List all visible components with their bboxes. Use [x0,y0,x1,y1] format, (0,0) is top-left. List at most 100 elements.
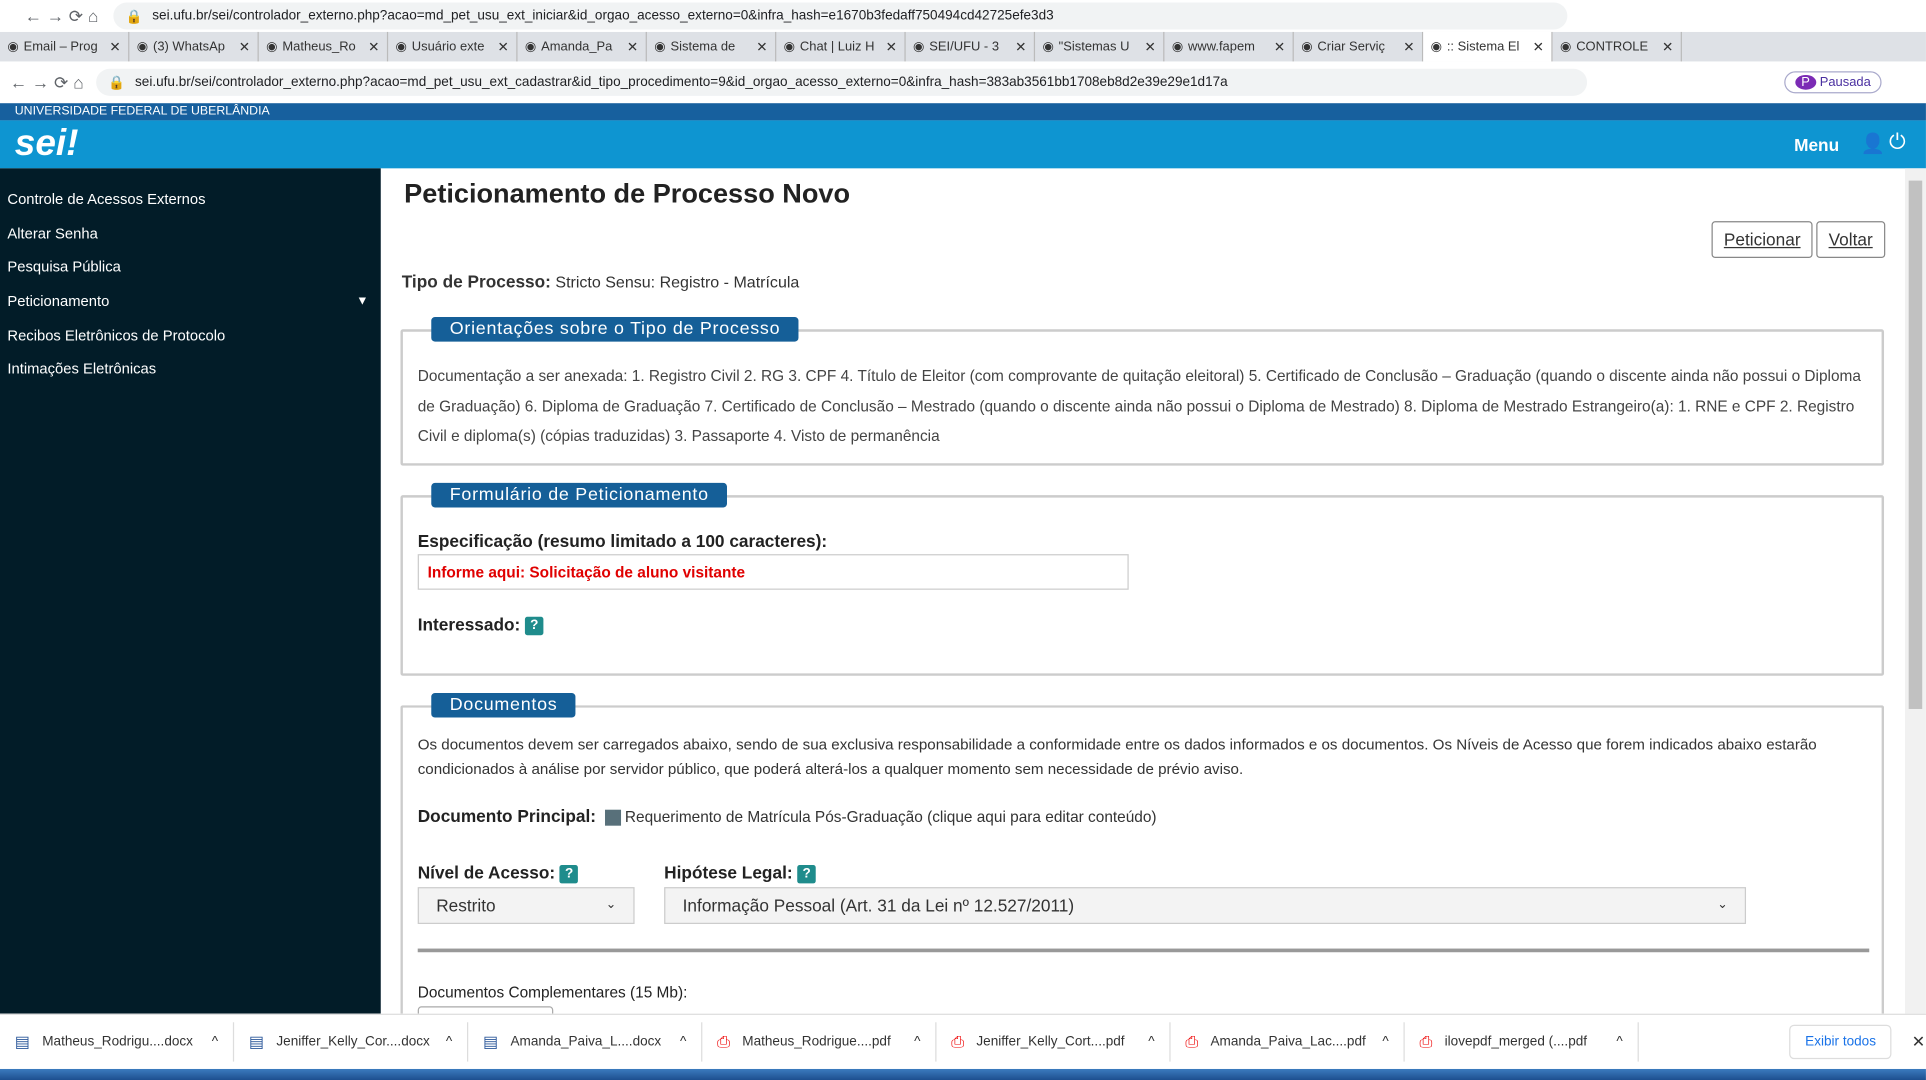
back-window-nav[interactable]: ← → ⟳ ⌂ [25,6,99,27]
hipotese-legal-select[interactable]: Informação Pessoal (Art. 31 da Lei nº 12… [664,887,1747,924]
documento-principal-link[interactable]: Requerimento de Matrícula Pós-Graduação … [625,808,1157,825]
back-url-bar[interactable]: 🔒 sei.ufu.br/sei/controlador_externo.php?… [113,2,1568,30]
sidebar-item-controle[interactable]: Controle de Acessos Externos [0,183,381,217]
top-bar: sei! Menu 👤 ⏻ [0,120,1926,169]
tab-label: Matheus_Ro [282,39,356,55]
tab-label: CONTROLE [1576,39,1649,55]
close-icon[interactable]: ✕ [1144,39,1155,55]
complementares-select[interactable] [417,1006,554,1014]
sidebar-item-label: Peticionamento [7,292,110,310]
chevron-up-icon[interactable]: ^ [1616,1035,1622,1050]
favicon-icon: ◉ [395,39,407,55]
browser-tab[interactable]: ◉ (3) WhatsAp ✕ [129,31,259,62]
browser-tab[interactable]: ◉ Amanda_Pa ✕ [518,31,647,62]
voltar-button[interactable]: Voltar [1816,221,1886,259]
sidebar-item-intimacoes[interactable]: Intimações Eletrônicas [0,353,381,387]
help-icon[interactable]: ? [559,864,579,884]
sidebar-item-alterar-senha[interactable]: Alterar Senha [0,217,381,251]
show-all-button[interactable]: Exibir todos [1789,1024,1893,1060]
download-item[interactable]: ⎙ Amanda_Paiva_Lac....pdf ^ [1171,1022,1405,1062]
browser-tab[interactable]: ◉ Usuário exte ✕ [388,31,518,62]
tab-label: www.fapem [1188,39,1255,55]
taskbar [0,1068,1926,1080]
pdf-file-icon: ⎙ [717,1032,730,1051]
close-icon[interactable]: ✕ [1533,39,1544,55]
lock-icon: 🔒 [108,75,126,91]
sidebar-item-peticionamento[interactable]: Peticionamento ▼ [0,285,381,319]
browser-tab[interactable]: ◉ CONTROLE ✕ [1553,31,1682,62]
browser-tab[interactable]: ◉ "Sistemas U ✕ [1035,31,1165,62]
chevron-up-icon[interactable]: ^ [1148,1035,1154,1050]
lock-icon: 🔒 [125,9,143,24]
tab-label: Email – Prog [23,39,98,55]
download-name: Amanda_Paiva_L....docx [510,1034,662,1050]
tab-label: Sistema de [670,39,736,55]
chevron-up-icon[interactable]: ^ [212,1035,218,1050]
page-title: Peticionamento de Processo Novo [404,178,851,209]
browser-tab[interactable]: ◉ Chat | Luiz H ✕ [776,31,906,62]
scrollbar-thumb[interactable] [1908,180,1923,709]
scrollbar[interactable] [1904,168,1926,1014]
browser-tab[interactable]: ◉ SEI/UFU - 3 ✕ [906,31,1036,62]
close-icon[interactable]: ✕ [886,39,897,55]
download-item[interactable]: ▤ Jeniffer_Kelly_Cor....docx ^ [234,1022,469,1062]
close-icon[interactable]: ✕ [1274,39,1285,55]
download-item[interactable]: ▤ Amanda_Paiva_L....docx ^ [468,1022,703,1062]
download-item[interactable]: ⎙ Jeniffer_Kelly_Cort....pdf ^ [936,1022,1171,1062]
download-item[interactable]: ⎙ ilovepdf_merged (....pdf ^ [1405,1022,1639,1062]
favicon-icon: ◉ [1430,39,1442,55]
close-icon[interactable]: ✕ [239,39,250,55]
sidebar-item-recibos[interactable]: Recibos Eletrônicos de Protocolo [0,319,381,353]
url-text: sei.ufu.br/sei/controlador_externo.php?a… [135,74,1228,90]
peticionar-button[interactable]: Peticionar [1711,221,1813,259]
close-icon[interactable]: ✕ [756,39,767,55]
download-item[interactable]: ⎙ Matheus_Rodrigue....pdf ^ [702,1022,937,1062]
close-icon[interactable]: ✕ [1662,39,1673,55]
user-icon[interactable]: 👤 [1861,131,1886,156]
menu-button[interactable]: Menu [1794,135,1839,155]
browser-tab[interactable]: ◉ Sistema de ✕ [647,31,777,62]
close-icon[interactable]: ✕ [1403,39,1414,55]
help-icon[interactable]: ? [525,616,544,635]
favicon-icon: ◉ [136,39,149,55]
profile-button[interactable]: P Pausada [1784,71,1882,94]
browser-tab[interactable]: ◉:: Sistema El ✕ [1423,31,1553,62]
close-icon[interactable]: ✕ [109,39,120,55]
help-icon[interactable]: ? [797,864,816,884]
close-icon[interactable]: ✕ [368,39,379,55]
browser-tab[interactable]: ◉ www.fapem ✕ [1164,31,1294,62]
sidebar: Controle de Acessos Externos Alterar Sen… [0,168,381,1014]
word-file-icon: ▤ [248,1032,265,1051]
favicon-icon: ◉ [7,39,19,55]
documentos-fieldset: Documentos Os documentos devem ser carre… [400,692,1885,1014]
close-icon[interactable]: ✕ [1015,39,1026,55]
tab-label: Criar Serviç [1317,39,1386,55]
nav-buttons[interactable]: ← → ⟳ ⌂ [10,72,84,93]
chevron-up-icon[interactable]: ^ [680,1035,686,1050]
favicon-icon: ◉ [783,39,795,55]
favicon-icon: ◉ [266,39,278,55]
power-icon[interactable]: ⏻ [1889,130,1906,155]
documentos-text: Os documentos devem ser carregados abaix… [417,735,1817,778]
tab-label: "Sistemas U [1058,39,1130,55]
favicon-icon: ◉ [1301,39,1313,55]
chevron-up-icon[interactable]: ^ [914,1035,920,1050]
orientacoes-legend: Orientações sobre o Tipo de Processo [431,317,799,342]
tipo-processo: Tipo de Processo: Stricto Sensu: Registr… [401,271,800,292]
chevron-up-icon[interactable]: ^ [1382,1035,1388,1050]
chevron-up-icon[interactable]: ^ [446,1035,452,1050]
nivel-acesso-select[interactable]: Restrito ⌄ [417,887,635,924]
download-name: Jeniffer_Kelly_Cor....docx [276,1034,430,1050]
browser-tab[interactable]: ◉ Criar Serviç ✕ [1294,31,1424,62]
browser-tab[interactable]: ◉ Email – Prog ✕ [0,31,130,62]
sidebar-item-pesquisa[interactable]: Pesquisa Pública [0,251,381,285]
download-item[interactable]: ▤ Matheus_Rodrigu....docx ^ [0,1022,235,1062]
especificacao-input[interactable]: Informe aqui: Solicitação de aluno visit… [417,554,1129,590]
close-icon[interactable]: ✕ [498,39,509,55]
url-bar[interactable]: 🔒 sei.ufu.br/sei/controlador_externo.php?… [95,68,1587,96]
browser-tab[interactable]: ◉ Matheus_Ro ✕ [259,31,389,62]
close-icon[interactable]: ✕ [1912,1032,1925,1052]
download-name: Matheus_Rodrigue....pdf [742,1034,891,1050]
close-icon[interactable]: ✕ [627,39,638,55]
tab-label: SEI/UFU - 3 [929,39,1000,55]
